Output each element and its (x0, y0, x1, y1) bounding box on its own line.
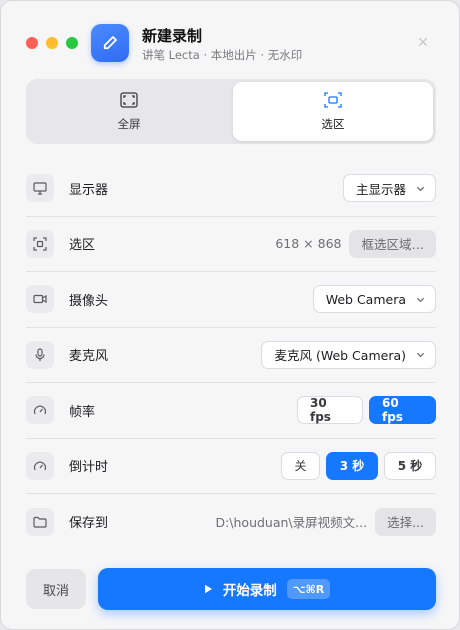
camera-value: Web Camera (325, 291, 406, 307)
display-value: 主显示器 (355, 181, 406, 197)
display-label: 显示器 (69, 182, 109, 198)
fps-30-button[interactable]: 30 fps (297, 396, 363, 425)
countdown-label: 倒计时 (69, 460, 109, 476)
choose-folder-button[interactable]: 选择... (375, 507, 436, 536)
settings-list: 显示器 主显示器 选区 618 × 868 框选区域… 摄像头 Web Came… (26, 161, 436, 550)
save-label: 保存到 (69, 516, 109, 532)
gauge-icon (26, 396, 54, 425)
region-select-icon (324, 91, 342, 108)
countdown-3s-button[interactable]: 3 秒 (326, 451, 378, 480)
minimize-window-button[interactable] (46, 37, 58, 49)
camera-label: 摄像头 (69, 293, 109, 309)
display-row: 显示器 主显示器 (26, 161, 436, 217)
countdown-5s-button[interactable]: 5 秒 (384, 451, 436, 480)
mode-fullscreen-button[interactable]: 全屏 (29, 82, 229, 141)
start-recording-label: 开始录制 (222, 583, 277, 599)
region-label: 选区 (69, 238, 96, 254)
window-title: 新建录制 (142, 27, 203, 45)
countdown-row: 倒计时 关 3 秒 5 秒 (26, 439, 436, 494)
countdown-off-button[interactable]: 关 (281, 451, 320, 480)
play-icon (204, 584, 212, 594)
save-row: 保存到 D:\houduan\录屏视频文... 选择... (26, 494, 436, 550)
record-window: 新建录制 讲笔 Lecta · 本地出片 · 无水印 ✕ 全屏 选区 显示器 主… (0, 0, 460, 630)
cancel-button[interactable]: 取消 (26, 569, 86, 609)
chevron-down-icon (416, 297, 425, 302)
display-select[interactable]: 主显示器 (342, 174, 436, 203)
mic-select[interactable]: 麦克风 (Web Camera) (261, 340, 436, 369)
mode-region-label: 选区 (321, 116, 345, 131)
framerate-label: 帧率 (69, 404, 96, 420)
chevron-down-icon (416, 352, 425, 358)
select-region-button[interactable]: 框选区域… (349, 229, 436, 258)
shortcut-badge: ⌥⌘R (286, 579, 331, 599)
chevron-down-icon (416, 186, 425, 191)
mode-region-button[interactable]: 选区 (233, 82, 433, 141)
fps-60-button[interactable]: 60 fps (369, 396, 436, 425)
mode-fullscreen-label: 全屏 (117, 116, 141, 131)
zoom-window-button[interactable] (66, 37, 78, 49)
capture-mode-switch: 全屏 选区 (26, 79, 436, 144)
fullscreen-icon (120, 91, 138, 108)
timer-icon (26, 451, 54, 480)
monitor-icon (26, 174, 54, 203)
close-window-button[interactable] (26, 37, 38, 49)
folder-icon (26, 507, 54, 536)
microphone-icon (26, 340, 54, 369)
region-icon (26, 229, 54, 258)
region-size: 618 × 868 (275, 236, 342, 252)
region-row: 选区 618 × 868 框选区域… (26, 217, 436, 272)
window-controls (26, 37, 78, 49)
mic-row: 麦克风 麦克风 (Web Camera) (26, 328, 436, 383)
close-icon[interactable]: ✕ (411, 31, 435, 55)
start-recording-button[interactable]: 开始录制 ⌥⌘R (98, 568, 436, 610)
window-subtitle: 讲笔 Lecta · 本地出片 · 无水印 (142, 48, 303, 62)
mic-value: 麦克风 (Web Camera) (274, 348, 406, 364)
save-path: D:\houduan\录屏视频文... (215, 515, 368, 531)
camera-row: 摄像头 Web Camera (26, 272, 436, 328)
pencil-icon (91, 24, 129, 62)
camera-icon (26, 285, 54, 314)
camera-select[interactable]: Web Camera (312, 285, 436, 314)
framerate-row: 帧率 30 fps 60 fps (26, 383, 436, 439)
mic-label: 麦克风 (69, 349, 109, 365)
